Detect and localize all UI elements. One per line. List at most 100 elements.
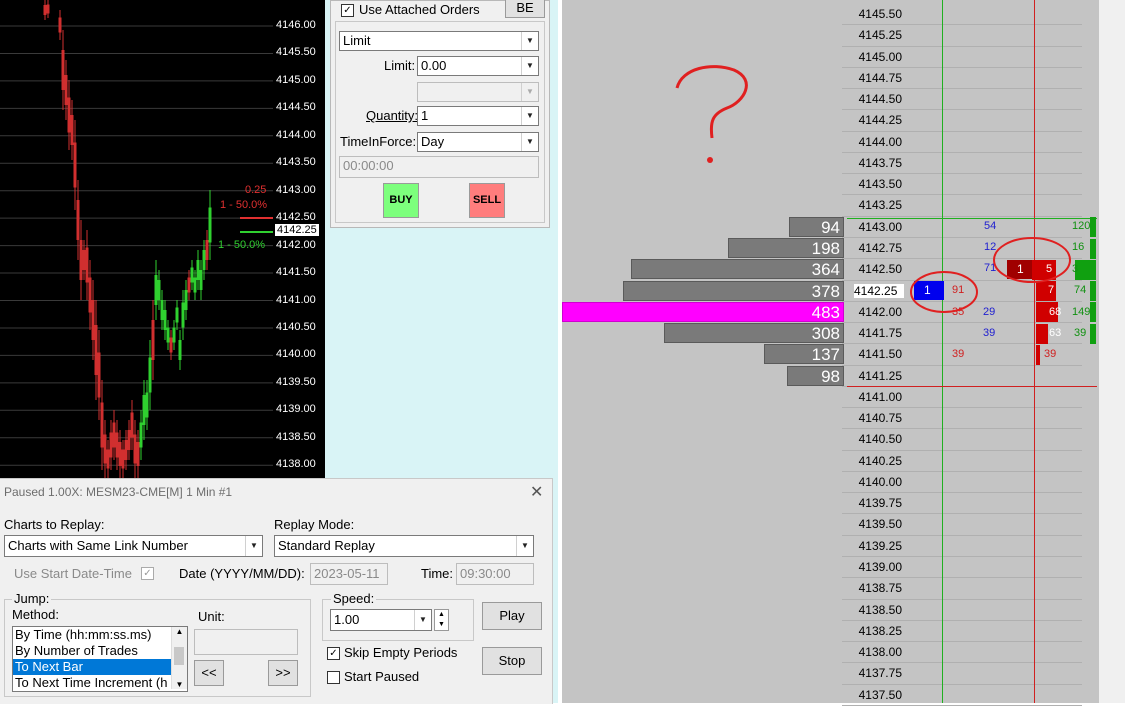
- speed-select[interactable]: 1.00 ▼: [330, 609, 432, 631]
- candle-body: [115, 432, 119, 458]
- price-tick: 4140.00: [276, 348, 316, 361]
- candle-body: [202, 250, 206, 270]
- price-tick: 4139.00: [276, 403, 316, 416]
- time-placeholder: 00:00:00: [343, 158, 394, 173]
- use-start-date-label: Use Start Date-Time: [14, 566, 132, 581]
- date-label: Date (YYYY/MM/DD):: [179, 566, 305, 581]
- chevron-down-icon: ▼: [521, 107, 538, 125]
- order-label-green: 1 - 50.0%: [218, 239, 266, 251]
- replay-mode-value: Standard Replay: [278, 538, 375, 553]
- candle-body: [106, 449, 110, 469]
- quantity-input[interactable]: 1 ▼: [417, 106, 539, 126]
- play-button[interactable]: Play: [482, 602, 542, 630]
- limit-label: Limit:: [384, 58, 416, 73]
- candle-body: [166, 327, 170, 343]
- candle-body: [205, 240, 209, 260]
- scroll-thumb[interactable]: [174, 647, 184, 665]
- order-type-value: Limit: [343, 33, 371, 48]
- candle-body: [208, 207, 212, 243]
- method-label: Method:: [12, 607, 59, 622]
- speed-spinner[interactable]: ▲ ▼: [434, 609, 449, 631]
- candle-body: [148, 357, 152, 393]
- replay-mode-select[interactable]: Standard Replay ▼: [274, 535, 534, 557]
- candle-body: [124, 440, 128, 460]
- skip-empty-checkbox[interactable]: ✓: [327, 647, 340, 660]
- candle-body: [181, 302, 185, 328]
- chevron-down-icon: ▼: [521, 57, 538, 75]
- method-item-selected[interactable]: To Next Bar: [13, 659, 187, 675]
- ladder-scroll-strip[interactable]: [1099, 0, 1125, 703]
- chevron-up-icon[interactable]: ▲: [172, 627, 187, 636]
- use-attached-orders-checkbox[interactable]: ✓: [341, 4, 354, 17]
- candle-body: [61, 50, 65, 90]
- replay-dialog: Paused 1.00X: MESM23-CME[M] 1 Min #1 ✕ C…: [0, 478, 553, 704]
- chevron-down-icon[interactable]: ▼: [172, 680, 187, 689]
- method-item[interactable]: By Time (hh:mm:ss.ms): [13, 627, 187, 643]
- stop-button[interactable]: Stop: [482, 647, 542, 675]
- jump-label: Jump:: [12, 591, 52, 606]
- circle-annotations: [910, 237, 1071, 313]
- use-start-date-checkbox[interactable]: ✓: [141, 567, 154, 580]
- chevron-down-icon: ▼: [521, 32, 538, 50]
- candle-body: [157, 280, 161, 300]
- order-entry-panel: ✓ Use Attached Orders BE Limit ▼ Limit: …: [330, 0, 550, 228]
- sell-button[interactable]: SELL: [469, 183, 505, 218]
- next-button[interactable]: >>: [268, 660, 298, 686]
- order-type-select[interactable]: Limit ▼: [339, 31, 539, 51]
- order-label-red-price: 0.25: [245, 184, 267, 196]
- price-ladder[interactable]: 4145.50 4145.25 4145.00 4144.75 4144.50 4144.…: [562, 0, 1099, 706]
- candle-body: [91, 300, 95, 340]
- method-scrollbar[interactable]: ▲ ▼: [171, 627, 187, 689]
- candle-body: [145, 392, 149, 418]
- candle-body: [70, 115, 74, 145]
- current-price-marker: 4142.25: [275, 224, 319, 236]
- candle-body: [94, 325, 98, 375]
- chevron-down-icon: ▼: [521, 133, 538, 151]
- prev-button[interactable]: <<: [194, 660, 224, 686]
- candle-body: [79, 240, 83, 280]
- time-input-replay[interactable]: 09:30:00: [456, 563, 534, 585]
- candle-body: [175, 307, 179, 323]
- candle-body: [109, 432, 113, 458]
- time-label: Time:: [421, 566, 454, 581]
- method-item[interactable]: By Number of Trades: [13, 643, 187, 659]
- charts-to-replay-label: Charts to Replay:: [4, 517, 105, 532]
- be-button[interactable]: BE: [505, 0, 545, 18]
- start-paused-label: Start Paused: [344, 669, 420, 684]
- unit-input[interactable]: [194, 629, 298, 655]
- candle-body: [169, 337, 173, 353]
- close-icon[interactable]: ✕: [530, 482, 543, 502]
- price-tick: 4146.00: [276, 19, 316, 31]
- start-paused-checkbox[interactable]: [327, 671, 340, 684]
- price-tick: 4145.00: [276, 73, 316, 86]
- price-tick: 4143.50: [276, 156, 316, 169]
- limit-price-input[interactable]: 0.00 ▼: [417, 56, 539, 76]
- candle-body: [103, 434, 107, 464]
- price-chart[interactable]: 0.25 1 - 50.0% 1 - 50.0%: [0, 0, 273, 478]
- candle-body: [151, 320, 155, 360]
- method-list[interactable]: By Time (hh:mm:ss.ms) By Number of Trade…: [12, 626, 188, 692]
- skip-empty-label: Skip Empty Periods: [344, 645, 458, 660]
- candle-body: [139, 422, 143, 448]
- buy-button[interactable]: BUY: [383, 183, 419, 218]
- replay-mode-label: Replay Mode:: [274, 517, 355, 532]
- method-item[interactable]: To Next Time Increment (h: [13, 675, 187, 691]
- candle-body: [46, 4, 50, 14]
- secondary-price-input: ▼: [417, 82, 539, 102]
- price-axis: 4146.00 4145.50 4145.00 4144.50 4144.00 4143.…: [273, 0, 325, 478]
- price-tick: 4144.00: [276, 128, 316, 141]
- tif-select[interactable]: Day ▼: [417, 132, 539, 152]
- charts-to-replay-select[interactable]: Charts with Same Link Number ▼: [4, 535, 263, 557]
- price-tick: 4143.00: [276, 183, 316, 196]
- price-tick: 4144.50: [276, 101, 316, 114]
- price-tick: 4142.00: [276, 238, 316, 251]
- candle-body: [73, 142, 77, 188]
- candle-body: [190, 267, 194, 283]
- candle-body: [133, 434, 137, 464]
- date-input[interactable]: 2023-05-11: [310, 563, 388, 585]
- order-label-red: 1 - 50.0%: [220, 199, 268, 211]
- price-tick: 4140.50: [276, 320, 316, 333]
- candle-body: [130, 412, 134, 438]
- quantity-label: Quantity:: [366, 108, 419, 123]
- time-input[interactable]: 00:00:00: [339, 156, 539, 178]
